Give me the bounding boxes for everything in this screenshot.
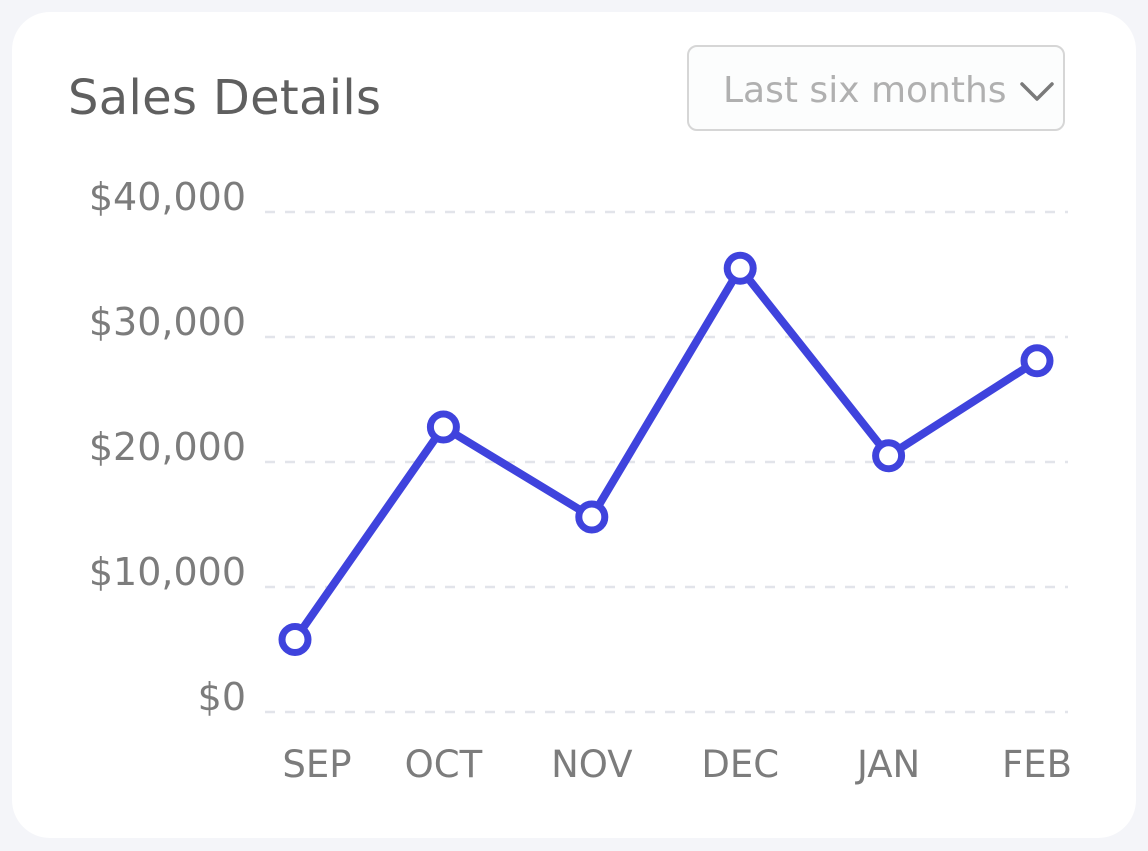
series-line-layer (291, 264, 1041, 644)
data-point-nov[interactable] (575, 500, 609, 534)
data-points (278, 251, 1054, 656)
y-tick-label: $30,000 (89, 300, 246, 344)
y-tick-label: $0 (198, 675, 246, 719)
x-tick-label: JAN (855, 743, 920, 786)
x-tick-label: NOV (551, 743, 632, 786)
data-point-dec[interactable] (723, 251, 757, 285)
data-point-feb[interactable] (1020, 344, 1054, 378)
x-tick-label: SEP (282, 743, 351, 786)
sales-line-chart: $0 $10,000 $20,000 $30,000 $40,000 SEP OCT NOV… (89, 175, 1072, 786)
y-axis-ticks: $0 $10,000 $20,000 $30,000 $40,000 (89, 175, 246, 719)
data-point-jan[interactable] (872, 439, 906, 473)
data-point-oct[interactable] (426, 410, 460, 444)
x-tick-label: OCT (405, 743, 483, 786)
y-tick-label: $40,000 (89, 175, 246, 219)
x-tick-label: DEC (701, 743, 779, 786)
series-line (291, 264, 1041, 644)
grid-lines (265, 210, 1068, 714)
y-tick-label: $10,000 (89, 550, 246, 594)
y-tick-label: $20,000 (89, 425, 246, 469)
x-axis-ticks: SEP OCT NOV DEC JAN FEB (282, 743, 1072, 786)
data-point-sep[interactable] (278, 623, 312, 656)
x-tick-label: FEB (1002, 743, 1072, 786)
